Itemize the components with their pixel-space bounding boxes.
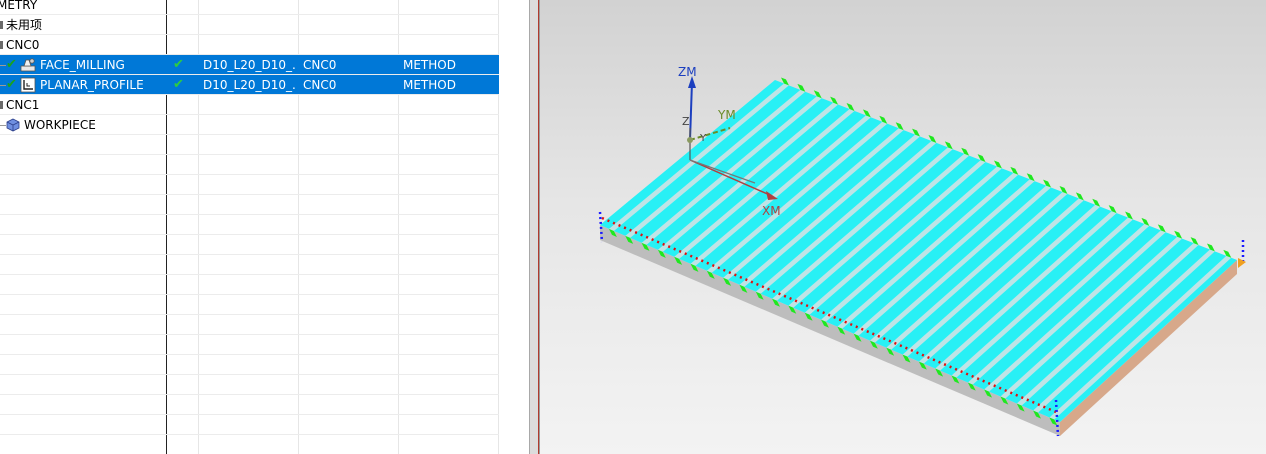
empty-row xyxy=(0,415,499,435)
empty-row xyxy=(0,435,499,454)
empty-row xyxy=(0,235,499,255)
z-axis-label: Z xyxy=(682,115,690,128)
empty-row xyxy=(0,215,499,235)
method-cell: METHOD xyxy=(403,58,456,72)
method-cell: METHOD xyxy=(403,78,456,92)
tree-row-cnc1[interactable]: CNC1 xyxy=(0,95,499,115)
tree-connector xyxy=(0,21,3,29)
tree-item-label: CNC0 xyxy=(6,38,40,52)
path-status-checkmark-icon: ✔ xyxy=(173,57,184,72)
tree-connector xyxy=(0,41,3,49)
xm-axis-label: XM xyxy=(762,204,781,218)
graphics-viewport[interactable]: ZM YM XM Z Y xyxy=(540,0,1266,454)
geometry-cell: CNC0 xyxy=(303,58,337,72)
tree-row-unused[interactable]: 未用项 xyxy=(0,15,499,35)
y-axis-label: Y xyxy=(699,133,707,144)
empty-row xyxy=(0,355,499,375)
empty-row xyxy=(0,255,499,275)
splitter-accent-line xyxy=(538,0,539,454)
tree-connector xyxy=(0,101,3,109)
empty-row xyxy=(0,395,499,415)
empty-row xyxy=(0,315,499,335)
empty-row xyxy=(0,335,499,355)
operation-name: PLANAR_PROFILE xyxy=(40,78,144,92)
tree-row-planar-profile[interactable]: ✔ PLANAR_PROFILE ✔ D10_L20_D10_... CNC0 … xyxy=(0,75,499,95)
tree-row-workpiece[interactable]: WORKPIECE xyxy=(0,115,499,135)
checkmark-icon: ✔ xyxy=(6,57,17,72)
ym-axis-label: YM xyxy=(717,108,736,122)
tree-row-face-milling[interactable]: ✔ FACE_MILLING ✔ D10_L20_D10_... CNC0 ME… xyxy=(0,55,499,75)
geometry-column-header[interactable]: METRY xyxy=(0,0,37,15)
operation-name: FACE_MILLING xyxy=(40,58,125,72)
empty-row xyxy=(0,155,499,175)
empty-row xyxy=(0,135,499,155)
navigator-header-row: METRY xyxy=(0,0,499,15)
empty-row xyxy=(0,275,499,295)
tree-item-label: CNC1 xyxy=(6,98,40,112)
empty-row xyxy=(0,295,499,315)
tree-row-cnc0[interactable]: CNC0 xyxy=(0,35,499,55)
nx-cam-window: METRY 未用项 CNC0 ✔ FACE_MILLING ✔ D10_L20_… xyxy=(0,0,1266,454)
empty-row xyxy=(0,175,499,195)
part-model-3d[interactable]: ZM YM XM Z Y xyxy=(540,0,1266,454)
tool-cell: D10_L20_D10_... xyxy=(203,78,296,92)
tree-item-label: 未用项 xyxy=(6,18,43,32)
planar-profile-icon xyxy=(20,77,36,93)
geometry-cell: CNC0 xyxy=(303,78,337,92)
tool-cell: D10_L20_D10_... xyxy=(203,58,296,72)
path-status-checkmark-icon: ✔ xyxy=(173,77,184,92)
operation-navigator: METRY 未用项 CNC0 ✔ FACE_MILLING ✔ D10_L20_… xyxy=(0,0,529,454)
tree-item-label: WORKPIECE xyxy=(24,118,96,132)
face-milling-icon xyxy=(20,58,36,72)
checkmark-icon: ✔ xyxy=(6,77,17,92)
orange-corner-marker xyxy=(1238,258,1246,268)
workpiece-icon xyxy=(6,118,20,132)
csys-origin xyxy=(687,137,693,143)
panel-splitter[interactable] xyxy=(529,0,540,454)
empty-row xyxy=(0,195,499,215)
zm-axis-label: ZM xyxy=(678,65,697,79)
empty-row xyxy=(0,375,499,395)
